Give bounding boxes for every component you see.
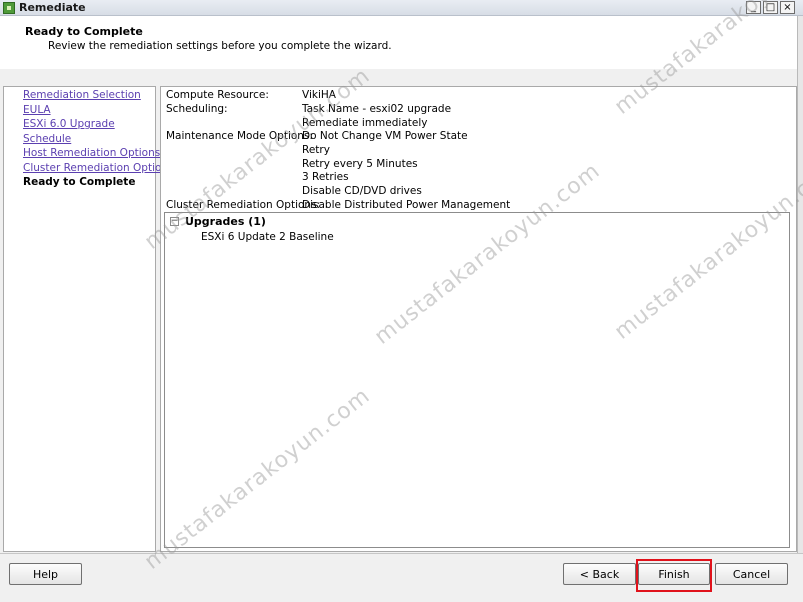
summary-panel: Compute Resource: VikiHA Scheduling: Tas… xyxy=(160,86,797,552)
collapse-icon[interactable]: − xyxy=(170,217,179,226)
close-button[interactable]: × xyxy=(780,1,795,14)
maximize-button[interactable]: □ xyxy=(763,1,778,14)
wizard-header: Ready to Complete Review the remediation… xyxy=(0,16,803,70)
cluster-remediation-label: Cluster Remediation Options: xyxy=(166,199,321,211)
nav-step-schedule[interactable]: Schedule xyxy=(23,133,71,145)
maintenance-mode-label: Maintenance Mode Options: xyxy=(166,130,313,142)
finish-highlight-box xyxy=(636,559,712,592)
nav-step-eula[interactable]: EULA xyxy=(23,104,51,116)
nav-step-cluster-remediation-options[interactable]: Cluster Remediation Options xyxy=(23,162,174,174)
window-title: Remediate xyxy=(19,1,86,14)
cancel-button[interactable]: Cancel xyxy=(715,563,788,585)
app-icon xyxy=(3,2,15,14)
window-edge xyxy=(797,16,803,571)
nav-step-ready-to-complete: Ready to Complete xyxy=(23,176,136,188)
scheduling-label: Scheduling: xyxy=(166,103,228,115)
wizard-step-nav: Remediation Selection EULA ESXi 6.0 Upgr… xyxy=(3,86,174,552)
maintenance-mode-value: Disable CD/DVD drives xyxy=(302,185,422,197)
maintenance-mode-value: 3 Retries xyxy=(302,171,349,183)
upgrades-group-label[interactable]: Upgrades (1) xyxy=(185,215,266,228)
scheduling-value: Task Name - esxi02 upgrade xyxy=(302,103,452,115)
scheduling-value: Remediate immediately xyxy=(302,117,428,129)
nav-step-host-remediation-options[interactable]: Host Remediation Options xyxy=(23,147,160,159)
help-button[interactable]: Help xyxy=(9,563,82,585)
nav-step-esxi-upgrade[interactable]: ESXi 6.0 Upgrade xyxy=(23,118,115,130)
minimize-button[interactable]: _ xyxy=(746,1,761,14)
title-bar: Remediate _ □ × xyxy=(0,0,803,16)
upgrade-baseline-item[interactable]: ESXi 6 Update 2 Baseline xyxy=(201,231,334,243)
page-subtitle: Review the remediation settings before y… xyxy=(48,40,392,52)
upgrades-tree: − Upgrades (1) ESXi 6 Update 2 Baseline xyxy=(164,212,790,548)
cluster-remediation-value: Disable Distributed Power Management xyxy=(302,199,511,211)
maintenance-mode-value: Retry xyxy=(302,144,330,156)
back-button[interactable]: < Back xyxy=(563,563,636,585)
compute-resource-value: VikiHA xyxy=(302,89,336,101)
compute-resource-label: Compute Resource: xyxy=(166,89,269,101)
maintenance-mode-value: Do Not Change VM Power State xyxy=(302,130,468,142)
maintenance-mode-value: Retry every 5 Minutes xyxy=(302,158,418,170)
nav-step-remediation-selection[interactable]: Remediation Selection xyxy=(23,89,141,101)
page-title: Ready to Complete xyxy=(25,25,143,38)
